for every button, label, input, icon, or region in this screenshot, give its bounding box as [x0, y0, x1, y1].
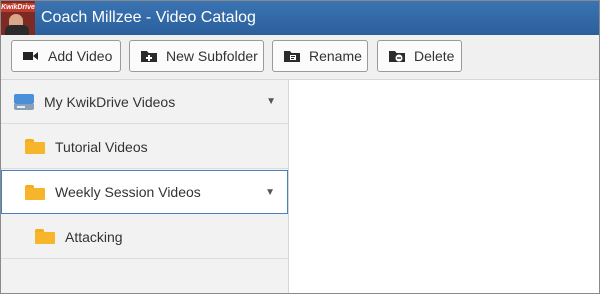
- new-subfolder-button[interactable]: New Subfolder: [129, 40, 264, 72]
- delete-button[interactable]: Delete: [377, 40, 462, 72]
- chevron-down-icon[interactable]: ▼: [265, 171, 275, 215]
- tree-item-label: Weekly Session Videos: [55, 184, 201, 200]
- tree-item-tutorial-videos[interactable]: Tutorial Videos: [1, 125, 288, 169]
- tree-root-label: My KwikDrive Videos: [44, 93, 176, 110]
- rename-button[interactable]: Rename: [272, 40, 368, 72]
- chevron-down-icon[interactable]: ▼: [266, 80, 276, 124]
- rename-folder-icon: [283, 48, 301, 64]
- toolbar: Add Video New Subfolder Rename Delete: [1, 35, 599, 80]
- drive-icon: [14, 93, 34, 110]
- delete-folder-icon: [388, 48, 406, 64]
- add-folder-icon: [140, 48, 158, 64]
- app-logo: KwikDrive: [1, 1, 35, 35]
- title-bar: KwikDrive Coach Millzee - Video Catalog: [1, 1, 599, 35]
- window-title: Coach Millzee - Video Catalog: [41, 9, 256, 26]
- tree-item-attacking[interactable]: Attacking: [1, 215, 288, 259]
- app-window: KwikDrive Coach Millzee - Video Catalog …: [0, 0, 600, 294]
- tree-item-weekly-session-videos[interactable]: Weekly Session Videos ▼: [1, 170, 288, 214]
- tree-item-label: Tutorial Videos: [55, 138, 148, 155]
- add-video-button[interactable]: Add Video: [11, 40, 121, 72]
- new-subfolder-label: New Subfolder: [166, 48, 258, 64]
- folder-icon: [35, 229, 55, 244]
- content-pane: [289, 80, 599, 293]
- tree-item-label: Attacking: [65, 228, 123, 245]
- add-video-label: Add Video: [48, 48, 113, 64]
- rename-label: Rename: [309, 48, 362, 64]
- folder-tree: My KwikDrive Videos ▼ Tutorial Videos We…: [1, 80, 289, 293]
- tree-root-my-kwikdrive-videos[interactable]: My KwikDrive Videos ▼: [1, 80, 288, 124]
- open-folder-icon: [25, 184, 45, 200]
- video-camera-icon: [22, 48, 40, 64]
- delete-label: Delete: [414, 48, 455, 64]
- folder-icon: [25, 139, 45, 154]
